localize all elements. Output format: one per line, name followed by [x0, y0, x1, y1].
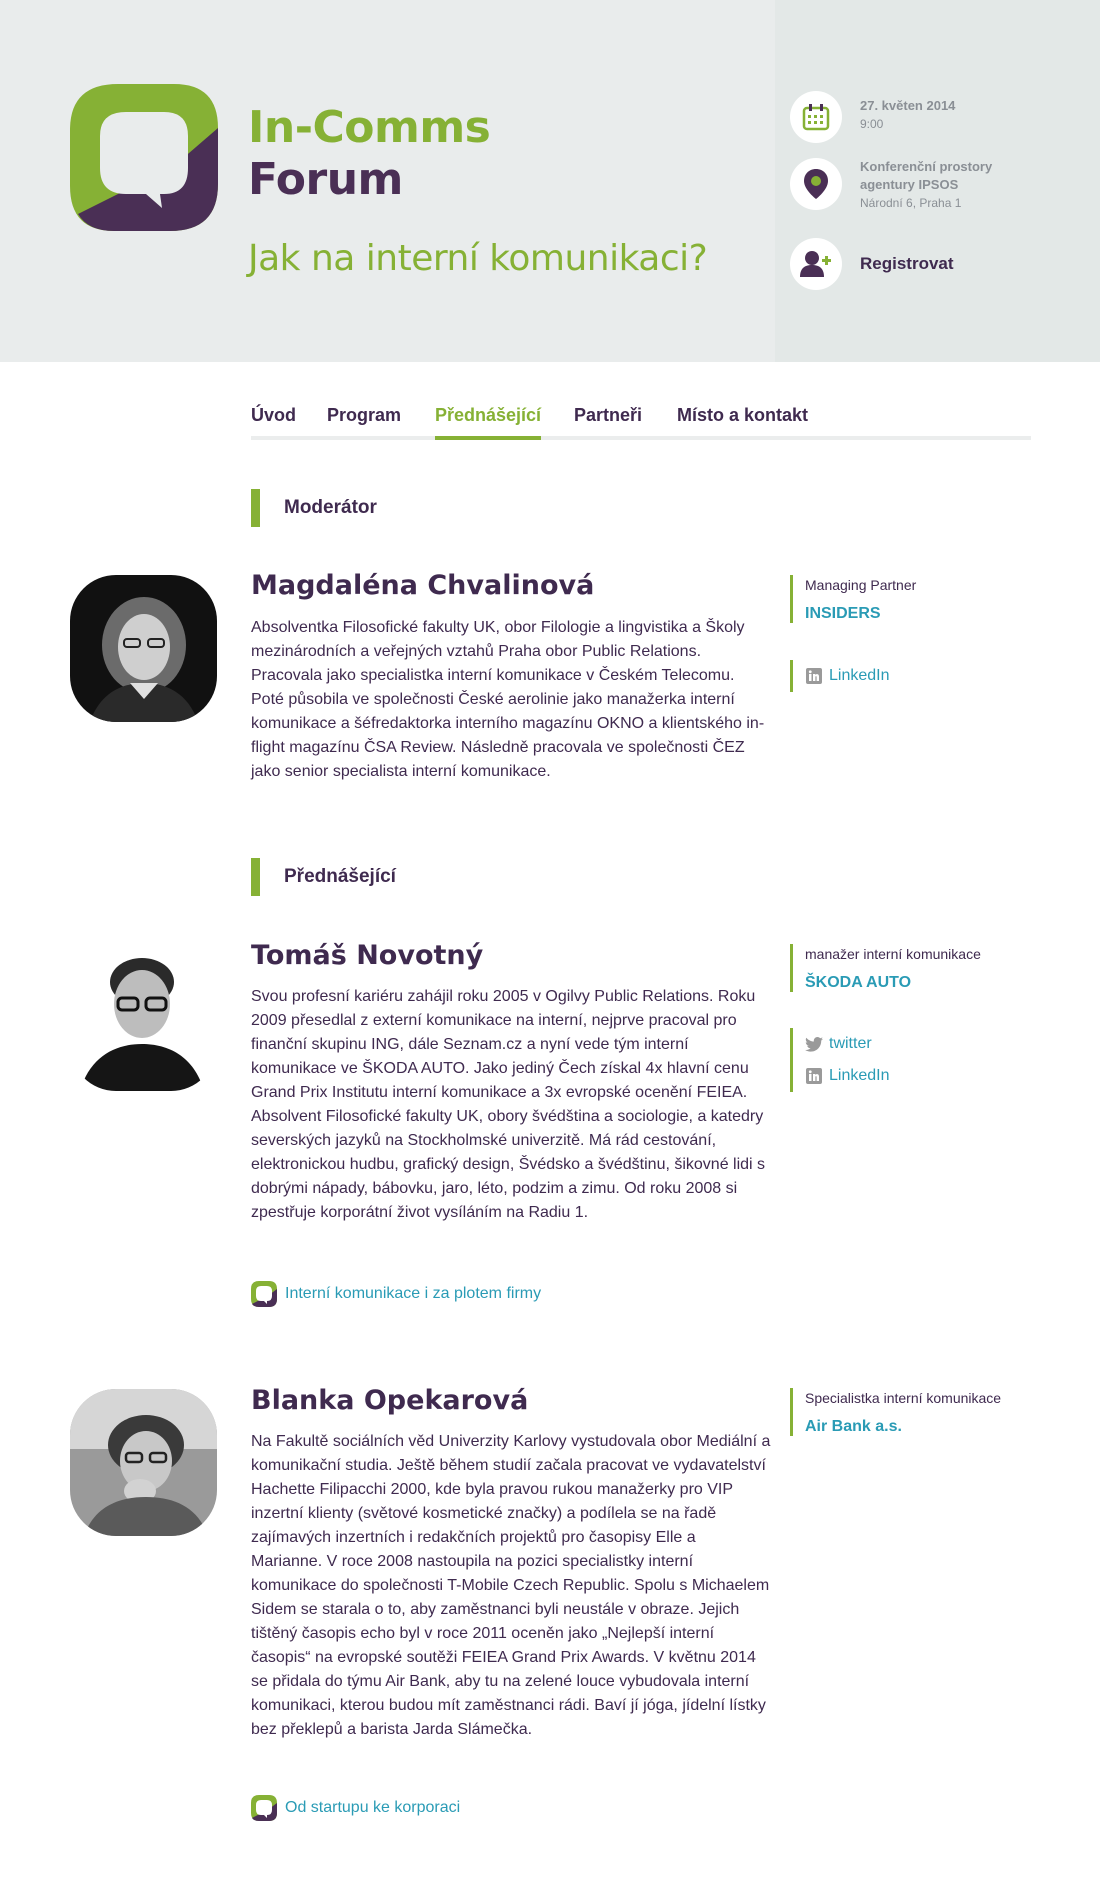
logo-icon[interactable]	[70, 84, 218, 231]
speaker-company-box: Specialistka interní komunikace Air Bank…	[790, 1388, 1001, 1436]
section-title: Moderátor	[284, 497, 377, 518]
talk-link[interactable]: Od startupu ke korporaci	[251, 1795, 460, 1821]
nav-item-prednasejici[interactable]: Přednášející	[435, 404, 542, 440]
nav-item-misto-a-kontakt[interactable]: Místo a kontakt	[677, 404, 808, 440]
company-link[interactable]: Air Bank a.s.	[805, 1418, 1001, 1436]
avatar	[70, 1389, 217, 1536]
register-icon-circle[interactable]	[790, 238, 842, 290]
linkedin-label[interactable]: LinkedIn	[829, 660, 890, 692]
event-venue: Konferenční prostory agentury IPSOS Náro…	[790, 158, 992, 212]
linkedin-link[interactable]: LinkedIn	[805, 660, 890, 692]
location-icon-circle	[790, 158, 842, 210]
portrait-photo	[70, 575, 217, 722]
company-link[interactable]: INSIDERS	[805, 605, 916, 623]
section-bar	[251, 858, 260, 896]
calendar-icon-circle	[790, 91, 842, 143]
speaker-role: Managing Partner	[805, 577, 917, 593]
linkedin-icon	[806, 668, 822, 684]
talk-title[interactable]: Od startupu ke korporaci	[285, 1799, 460, 1817]
section-bar	[251, 489, 260, 527]
speaker-role: Specialistka interní komunikace	[805, 1390, 1002, 1406]
speaker-name: Tomáš Novotný	[251, 940, 484, 971]
date-text: 27. květen 2014	[860, 98, 956, 113]
avatar	[70, 944, 217, 1091]
time-text: 9:00	[860, 117, 884, 131]
twitter-link[interactable]: twitter	[805, 1028, 890, 1060]
speaker-links-box: twitter LinkedIn	[790, 1028, 890, 1092]
brand-title[interactable]: In-Comms Forum	[248, 102, 491, 206]
brand-line2: Forum	[248, 154, 403, 205]
talk-logo-icon	[251, 1795, 277, 1821]
speaker-bio: Absolventka Filosofické fakulty UK, obor…	[251, 619, 765, 780]
speaker-bio: Svou profesní kariéru zahájil roku 2005 …	[251, 988, 766, 1221]
event-date: 27. květen 2014 9:00	[790, 91, 955, 143]
section-heading-moderator: Moderátor	[251, 489, 377, 527]
talk-title[interactable]: Interní komunikace i za plotem firmy	[285, 1285, 541, 1303]
speaker-bio: Na Fakultě sociálních věd Univerzity Kar…	[251, 1433, 771, 1738]
venue-address: Národní 6, Praha 1	[860, 196, 962, 210]
speaker-company-box: Managing Partner INSIDERS	[790, 575, 916, 623]
talk-link[interactable]: Interní komunikace i za plotem firmy	[251, 1281, 541, 1307]
venue-line2: agentury IPSOS	[860, 177, 959, 192]
twitter-icon	[805, 1036, 823, 1052]
calendar-icon	[802, 104, 830, 131]
venue-line1: Konferenční prostory	[860, 159, 993, 174]
talk-logo-icon	[251, 1281, 277, 1307]
add-user-icon	[800, 251, 831, 277]
location-pin-icon	[804, 169, 828, 199]
speaker-name: Blanka Opekarová	[251, 1385, 529, 1416]
avatar	[70, 575, 217, 722]
header: In-Comms Forum Jak na interní komunikaci…	[0, 0, 1100, 362]
company-link[interactable]: ŠKODA AUTO	[805, 974, 981, 992]
nav-item-uvod[interactable]: Úvod	[251, 404, 296, 440]
twitter-label[interactable]: twitter	[829, 1028, 872, 1060]
section-title: Přednášející	[284, 866, 396, 887]
portrait-photo	[70, 944, 217, 1091]
linkedin-link[interactable]: LinkedIn	[805, 1060, 890, 1092]
nav-item-partneri[interactable]: Partneři	[574, 404, 642, 440]
nav-item-program[interactable]: Program	[327, 404, 401, 440]
linkedin-label[interactable]: LinkedIn	[829, 1060, 890, 1092]
main-nav: Úvod Program Přednášející Partneři Místo…	[251, 404, 1031, 440]
speaker-name: Magdaléna Chvalinová	[251, 570, 595, 601]
register-label[interactable]: Registrovat	[860, 238, 954, 290]
tagline: Jak na interní komunikaci?	[248, 238, 708, 279]
portrait-photo	[70, 1389, 217, 1536]
speaker-links-box: LinkedIn	[790, 660, 890, 692]
brand-line1: In-Comms	[248, 102, 491, 153]
register-link[interactable]: Registrovat	[790, 238, 954, 290]
linkedin-icon	[806, 1068, 822, 1084]
section-heading-speakers: Přednášející	[251, 858, 396, 896]
speaker-role: manažer interní komunikace	[805, 946, 981, 962]
speaker-company-box: manažer interní komunikace ŠKODA AUTO	[790, 944, 981, 992]
